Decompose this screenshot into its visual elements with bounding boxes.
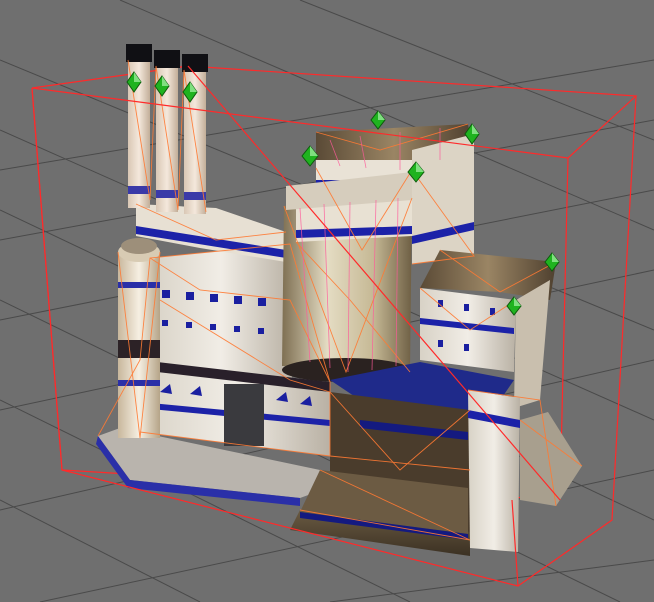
smokestack-1 xyxy=(126,44,152,208)
central-cylinder xyxy=(282,190,412,382)
smokestack-2 xyxy=(154,50,180,212)
3d-viewport[interactable] xyxy=(0,0,654,602)
left-wall-block xyxy=(150,244,292,380)
doorway xyxy=(224,384,264,446)
viewport-canvas[interactable] xyxy=(0,0,654,602)
smokestack-3 xyxy=(182,54,208,214)
left-round-tower xyxy=(118,238,160,438)
right-pillar xyxy=(468,390,582,552)
green-pivot-marker-icon[interactable] xyxy=(301,145,319,167)
